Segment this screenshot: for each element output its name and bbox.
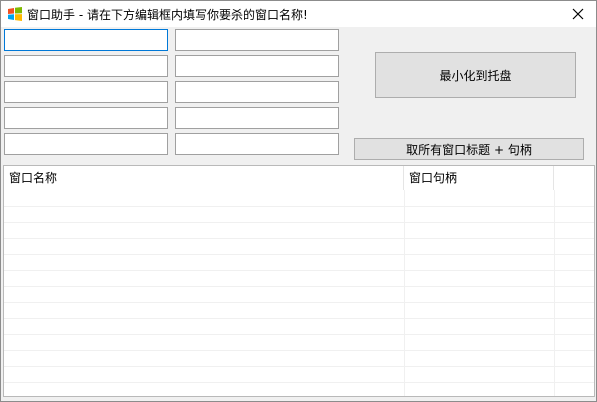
grid-line-horizontal (4, 254, 594, 255)
grid-line-horizontal (4, 206, 594, 207)
name-field-left-4[interactable] (4, 107, 168, 129)
name-field-left-5[interactable] (4, 133, 168, 155)
list-header: 窗口名称 窗口句柄 (4, 166, 594, 190)
name-field-right-3[interactable] (175, 81, 339, 103)
grid-line-horizontal (4, 366, 594, 367)
grid-line-horizontal (4, 286, 594, 287)
name-field-right-5[interactable] (175, 133, 339, 155)
name-field-right-4[interactable] (175, 107, 339, 129)
window-list[interactable]: 窗口名称 窗口句柄 (3, 165, 595, 397)
grid-line-horizontal (4, 318, 594, 319)
main-window: 窗口助手 - 请在下方编辑框内填写你要杀的窗口名称! 最小化到托盘 取所有窗口标… (0, 0, 597, 402)
grid-line-vertical (404, 190, 405, 396)
grid-line-horizontal (4, 382, 594, 383)
grid-line-horizontal (4, 270, 594, 271)
grid-line-horizontal (4, 222, 594, 223)
grid-line-horizontal (4, 334, 594, 335)
name-field-right-1[interactable] (175, 29, 339, 51)
close-button[interactable] (560, 1, 596, 27)
title-bar[interactable]: 窗口助手 - 请在下方编辑框内填写你要杀的窗口名称! (1, 1, 596, 27)
minimize-to-tray-button[interactable]: 最小化到托盘 (375, 52, 576, 98)
windows-flag-icon (7, 6, 23, 22)
name-field-left-3[interactable] (4, 81, 168, 103)
name-field-left-2[interactable] (4, 55, 168, 77)
close-icon (572, 8, 584, 20)
column-header-window-name[interactable]: 窗口名称 (4, 166, 404, 190)
column-header-window-handle[interactable]: 窗口句柄 (404, 166, 554, 190)
grid-line-horizontal (4, 350, 594, 351)
get-all-window-titles-button[interactable]: 取所有窗口标题 + 句柄 (354, 138, 584, 160)
name-field-right-2[interactable] (175, 55, 339, 77)
grid-line-vertical (554, 190, 555, 396)
grid-line-horizontal (4, 302, 594, 303)
grid-line-horizontal (4, 238, 594, 239)
window-title: 窗口助手 - 请在下方编辑框内填写你要杀的窗口名称! (27, 8, 308, 22)
name-field-left-1[interactable] (4, 29, 168, 51)
